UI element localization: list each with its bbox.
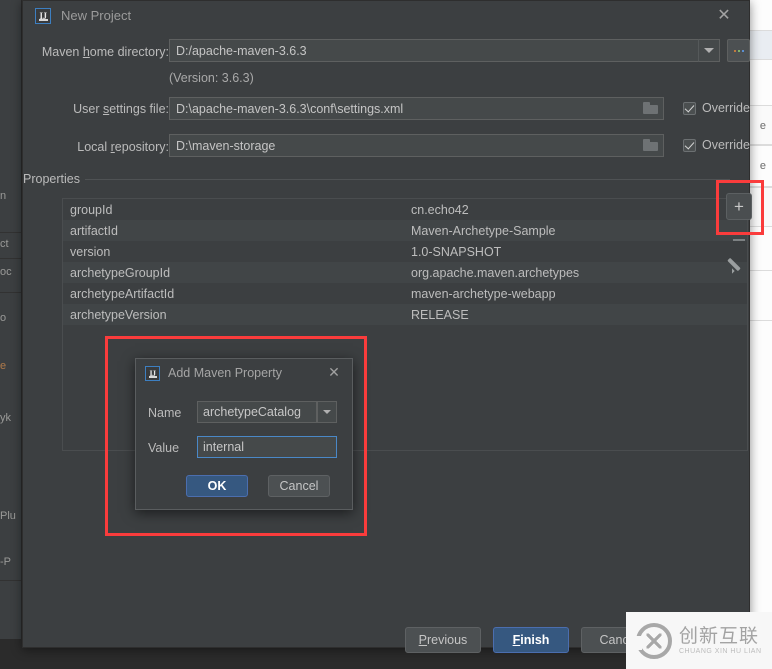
table-row[interactable]: archetypeArtifactId maven-archetype-weba… — [63, 283, 747, 304]
property-value: maven-archetype-webapp — [411, 287, 747, 301]
close-icon[interactable]: ✕ — [326, 364, 342, 380]
properties-group-label: Properties — [23, 172, 86, 186]
bg-fragment: e — [760, 120, 766, 132]
ellipsis-dot-icon — [738, 50, 740, 52]
minus-icon[interactable] — [733, 239, 745, 241]
user-settings-value: D:\apache-maven-3.6.3\conf\settings.xml — [176, 102, 403, 116]
dialog-titlebar: IJ New Project ✕ — [23, 1, 749, 33]
property-value: cn.echo42 — [411, 203, 747, 217]
bg-fragment: o — [0, 312, 6, 324]
background-ide-left-strip: n ct oc o e yk Plu -P — [0, 0, 22, 669]
maven-home-value: D:/apache-maven-3.6.3 — [176, 44, 307, 58]
add-maven-property-dialog: IJ Add Maven Property ✕ Name archetypeCa… — [135, 358, 353, 510]
table-row[interactable]: groupId cn.echo42 — [63, 199, 747, 220]
local-repository-input[interactable]: D:\maven-storage — [169, 134, 664, 157]
bg-fragment: Plu — [0, 510, 16, 522]
property-key: archetypeGroupId — [63, 266, 411, 280]
property-value: org.apache.maven.archetypes — [411, 266, 747, 280]
finish-button[interactable]: Finish — [493, 627, 569, 653]
property-key: version — [63, 245, 411, 259]
add-property-title: Add Maven Property — [168, 366, 282, 380]
property-value-label: Value — [148, 441, 179, 455]
local-repository-override-row[interactable]: Override — [683, 138, 750, 152]
ellipsis-dot-icon — [742, 50, 744, 52]
bg-fragment: ct — [0, 238, 9, 250]
user-settings-override-row[interactable]: Override — [683, 101, 750, 115]
screen-root: n ct oc o e yk Plu -P e e IJ New Project — [0, 0, 772, 669]
user-settings-label: User settings file: — [23, 102, 169, 116]
property-value: RELEASE — [411, 308, 747, 322]
user-settings-input[interactable]: D:\apache-maven-3.6.3\conf\settings.xml — [169, 97, 664, 120]
chevron-down-icon — [704, 48, 714, 53]
property-value: 1.0-SNAPSHOT — [411, 245, 747, 259]
folder-icon[interactable] — [643, 102, 658, 114]
watermark: 创新互联 CHUANG XIN HU LIAN — [626, 612, 772, 669]
local-repository-override-label: Override — [702, 138, 750, 152]
add-property-cancel-button[interactable]: Cancel — [268, 475, 330, 497]
ok-button[interactable]: OK — [186, 475, 248, 497]
bg-fragment: yk — [0, 412, 11, 424]
property-value: Maven-Archetype-Sample — [411, 224, 747, 238]
local-repository-value: D:\maven-storage — [176, 139, 275, 153]
add-property-titlebar: IJ Add Maven Property ✕ — [136, 359, 352, 389]
local-repository-label: Local repository: — [23, 140, 169, 154]
table-row[interactable]: artifactId Maven-Archetype-Sample — [63, 220, 747, 241]
table-row[interactable]: archetypeVersion RELEASE — [63, 304, 747, 325]
bg-fragment: n — [0, 190, 6, 202]
property-value-input[interactable]: internal — [197, 436, 337, 458]
property-name-input[interactable]: archetypeCatalog — [197, 401, 317, 423]
chevron-down-icon — [323, 410, 331, 414]
cx-circle-logo-icon — [636, 623, 672, 659]
new-project-dialog: IJ New Project ✕ Maven home directory: D… — [22, 0, 750, 648]
ellipsis-dot-icon — [734, 50, 736, 52]
add-property-button[interactable]: + — [726, 193, 752, 220]
bg-divider — [0, 292, 22, 293]
bg-divider — [0, 232, 22, 233]
folder-icon[interactable] — [643, 139, 658, 151]
maven-version-note: (Version: 3.6.3) — [169, 71, 254, 85]
plus-icon: + — [734, 198, 744, 215]
bg-fragment: e — [0, 360, 6, 372]
property-key: artifactId — [63, 224, 411, 238]
bg-fragment: e — [760, 160, 766, 172]
dialog-title: New Project — [61, 8, 131, 23]
intellij-idea-icon: IJ — [35, 8, 51, 24]
property-name-label: Name — [148, 406, 181, 420]
table-row[interactable]: archetypeGroupId org.apache.maven.archet… — [63, 262, 747, 283]
watermark-chinese: 创新互联 — [679, 626, 762, 647]
maven-home-browse-button[interactable] — [727, 39, 750, 62]
property-value-text: internal — [203, 440, 244, 454]
bg-fragment: -P — [0, 556, 11, 568]
bg-fragment: oc — [0, 266, 12, 278]
watermark-text: 创新互联 CHUANG XIN HU LIAN — [679, 626, 762, 656]
watermark-pinyin: CHUANG XIN HU LIAN — [679, 648, 762, 655]
bg-divider — [0, 580, 22, 581]
property-key: groupId — [63, 203, 411, 217]
previous-button[interactable]: Previous — [405, 627, 481, 653]
property-key: archetypeVersion — [63, 308, 411, 322]
property-key: archetypeArtifactId — [63, 287, 411, 301]
property-name-value: archetypeCatalog — [203, 405, 301, 419]
table-row[interactable]: version 1.0-SNAPSHOT — [63, 241, 747, 262]
intellij-idea-icon: IJ — [145, 366, 160, 381]
group-divider — [85, 179, 730, 180]
maven-home-label: Maven home directory: — [23, 45, 169, 59]
close-icon[interactable]: ✕ — [715, 7, 733, 25]
user-settings-override-label: Override — [702, 101, 750, 115]
user-settings-override-checkbox[interactable] — [683, 102, 696, 115]
bg-divider — [0, 258, 22, 259]
local-repository-override-checkbox[interactable] — [683, 139, 696, 152]
maven-home-input[interactable]: D:/apache-maven-3.6.3 — [169, 39, 720, 62]
maven-home-dropdown-arrow[interactable] — [698, 39, 720, 62]
property-name-dropdown-arrow[interactable] — [317, 401, 337, 423]
pencil-icon[interactable] — [729, 254, 749, 274]
